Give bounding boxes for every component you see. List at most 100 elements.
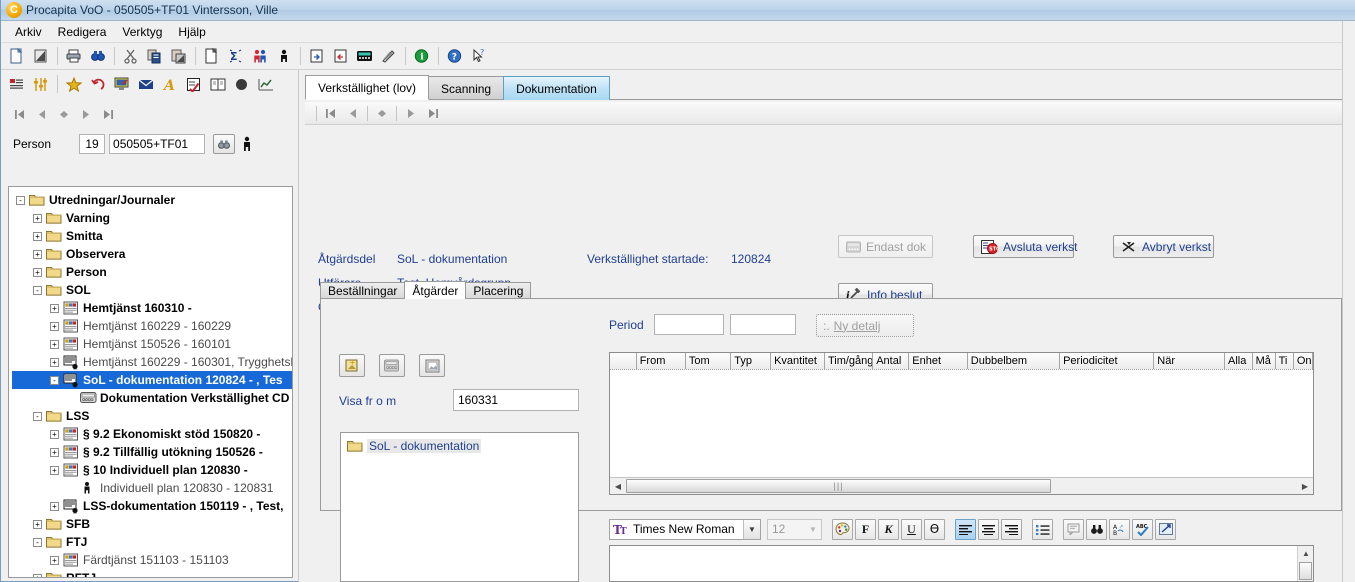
italic-icon[interactable]: K — [878, 518, 899, 540]
editor-vertical-scrollbar[interactable]: ▲ — [1297, 546, 1313, 581]
grid-column-header[interactable]: När — [1154, 353, 1225, 369]
grid-column-header[interactable]: Tim/gång — [824, 353, 874, 369]
monitor-icon[interactable] — [110, 73, 133, 95]
grid-horizontal-scrollbar[interactable]: ◀ ||| ▶ — [610, 477, 1313, 494]
next-record-icon[interactable] — [75, 105, 97, 124]
font-family-select[interactable]: TT Times New Roman ▼ — [609, 518, 761, 540]
tree-node[interactable]: - SoL - dokumentation 120824 - , Tes — [12, 371, 292, 389]
expand-icon[interactable]: + — [50, 339, 59, 349]
tree-node[interactable]: + Observera — [12, 245, 292, 263]
collapse-icon[interactable]: - — [16, 195, 25, 205]
grid-column-header[interactable]: Typ — [731, 353, 772, 369]
tree-node[interactable]: - Utredningar/Journaler — [12, 191, 292, 209]
tree-node[interactable]: + Färdtjänst 151103 - 151103 — [12, 551, 292, 569]
align-right-icon[interactable] — [1001, 518, 1022, 540]
menu-item-arkiv[interactable]: Arkiv — [7, 23, 50, 41]
expand-icon[interactable]: + — [50, 447, 59, 457]
grid-column-header[interactable]: Må — [1252, 353, 1276, 369]
expand-icon[interactable]: + — [33, 519, 42, 529]
filter-sliders-icon[interactable] — [29, 73, 52, 95]
expand-icon[interactable]: + — [50, 303, 59, 313]
tab-scanning[interactable]: Scanning — [428, 76, 505, 100]
checklist-icon[interactable] — [182, 73, 205, 95]
tree-node[interactable]: - SOL — [12, 281, 292, 299]
expand-icon[interactable]: + — [33, 213, 42, 223]
tree-node[interactable]: + Person — [12, 263, 292, 281]
bold-icon[interactable]: F — [855, 518, 876, 540]
tree-node[interactable]: + Hemtjänst 160229 - 160301, Trygghetslar… — [12, 353, 292, 371]
expand-icon[interactable]: + — [50, 555, 59, 565]
person-id-input[interactable] — [109, 134, 206, 154]
grid-column-header[interactable]: Kvantitet — [771, 353, 825, 369]
list-red-icon[interactable] — [5, 73, 28, 95]
grid-column-header[interactable]: Periodicitet — [1060, 353, 1155, 369]
grid-column-header[interactable]: Alla — [1225, 353, 1253, 369]
menu-item-redigera[interactable]: Redigera — [50, 23, 115, 41]
expand-icon[interactable]: + — [33, 249, 42, 259]
collapse-icon[interactable]: - — [33, 411, 42, 421]
two-people-icon[interactable] — [248, 45, 271, 67]
export-icon[interactable] — [329, 45, 352, 67]
paste-icon[interactable] — [167, 45, 190, 67]
tree-node[interactable]: + Hemtjänst 160229 - 160229 — [12, 317, 292, 335]
picture-button[interactable] — [419, 354, 445, 377]
note-icon[interactable] — [1063, 518, 1084, 540]
tree-node[interactable]: - LSS — [12, 407, 292, 425]
last-record-icon[interactable] — [422, 104, 444, 123]
tree-node[interactable]: Individuell plan 120830 - 120831 — [12, 479, 292, 497]
strikethrough-icon[interactable]: Ө — [924, 518, 945, 540]
scroll-thumb[interactable]: ||| — [626, 479, 1051, 493]
first-record-icon[interactable] — [320, 104, 342, 123]
current-record-icon[interactable] — [53, 105, 75, 124]
tree-node[interactable]: + Varning — [12, 209, 292, 227]
info-icon[interactable]: i — [410, 45, 433, 67]
scroll-thumb[interactable] — [1299, 562, 1312, 580]
spellcheck-icon[interactable]: ABC — [1132, 518, 1153, 540]
expand-icon[interactable]: + — [33, 231, 42, 241]
expand-icon[interactable]: + — [50, 357, 59, 367]
person-icon[interactable] — [272, 45, 295, 67]
expand-icon[interactable]: + — [50, 321, 59, 331]
import-icon[interactable] — [305, 45, 328, 67]
new-document-icon[interactable] — [5, 45, 28, 67]
expand-icon[interactable]: + — [50, 501, 59, 511]
align-left-icon[interactable] — [955, 518, 976, 540]
visa-fr-o-m-input[interactable] — [453, 389, 579, 411]
atgarder-grid[interactable]: From Tom Typ Kvantitet Tim/gång Antal Enhet Dub… — [609, 352, 1314, 495]
bullet-list-icon[interactable] — [1032, 518, 1053, 540]
tree-node[interactable]: + SFB — [12, 515, 292, 533]
menu-item-verktyg[interactable]: Verktyg — [114, 23, 170, 41]
grid-column-header[interactable]: On — [1293, 353, 1313, 369]
endast-dok-button[interactable]: Endast dok — [838, 235, 933, 258]
last-record-icon[interactable] — [97, 105, 119, 124]
expand-icon[interactable]: + — [50, 465, 59, 475]
scroll-right-arrow[interactable]: ▶ — [1297, 478, 1313, 494]
find-binoculars-icon[interactable] — [1086, 518, 1107, 540]
avsluta-verkst-button[interactable]: STO Avsluta verkst — [973, 235, 1077, 258]
tree-node[interactable]: - FTJ — [12, 533, 292, 551]
first-record-icon[interactable] — [9, 105, 31, 124]
expand-icon[interactable]: + — [50, 429, 59, 439]
cut-scissors-icon[interactable] — [119, 45, 142, 67]
ny-detalj-button[interactable]: :. Ny detalj — [816, 314, 914, 337]
pencils-icon[interactable] — [377, 45, 400, 67]
book-icon[interactable] — [206, 73, 229, 95]
tab-verkstallighet[interactable]: Verkställighet (lov) — [305, 75, 430, 100]
sigma-icon[interactable]: Σ — [224, 45, 247, 67]
collapse-icon[interactable]: - — [33, 537, 42, 547]
next-record-icon[interactable] — [400, 104, 422, 123]
person-search-button[interactable] — [213, 134, 236, 154]
period-from-input[interactable] — [654, 314, 724, 335]
grid-column-header[interactable]: Tom — [685, 353, 732, 369]
documentation-text-editor[interactable]: ▲ — [609, 545, 1314, 582]
tree-node[interactable]: + § 9.2 Ekonomiskt stöd 150820 - — [12, 425, 292, 443]
grid-column-header[interactable]: Enhet — [909, 353, 968, 369]
print-icon[interactable] — [62, 45, 85, 67]
grid-body[interactable] — [610, 370, 1313, 476]
undo-icon[interactable] — [86, 73, 109, 95]
replace-icon[interactable]: A ↗ B — [1109, 518, 1130, 540]
chart-icon[interactable] — [254, 73, 277, 95]
chevron-down-icon[interactable]: ▼ — [743, 519, 760, 539]
color-palette-icon[interactable] — [832, 518, 853, 540]
scroll-track[interactable]: ||| — [626, 478, 1297, 494]
